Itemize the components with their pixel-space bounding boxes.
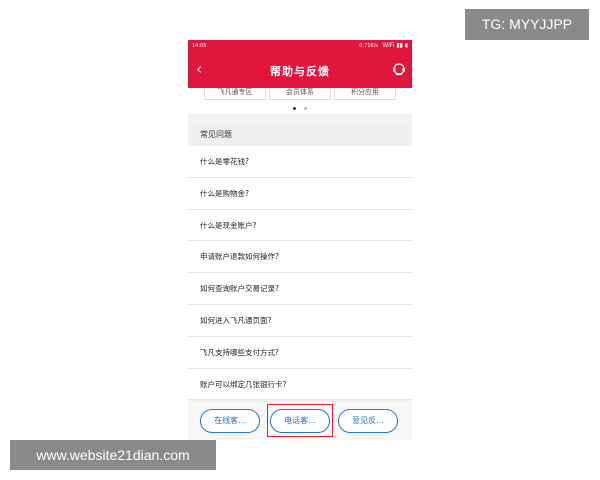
category-tabs: 飞凡通专区 会员体系 积分应用 — [188, 88, 412, 100]
faq-list: 什么是零花钱? 什么是购物金? 什么是现金账户? 申请账户退款如何操作? 如何查… — [188, 146, 412, 401]
faq-item[interactable]: 飞凡支持哪些支付方式? — [188, 337, 412, 369]
faq-item[interactable]: 什么是购物金? — [188, 178, 412, 210]
phone-screen: 14:05 0.71K/s WiFi ▮▮ ◖ ‹ 帮助与反馈 飞凡通专区 会员… — [188, 40, 412, 440]
site-watermark: www.website21dian.com — [10, 440, 216, 470]
customer-service-icon[interactable] — [392, 62, 406, 76]
category-item[interactable]: 飞凡通专区 — [204, 88, 266, 100]
online-service-button[interactable]: 在线客... — [200, 409, 260, 433]
category-item[interactable]: 会员体系 — [269, 88, 331, 100]
faq-item[interactable]: 账户可以绑定几张银行卡? — [188, 369, 412, 401]
tg-watermark: TG: MYYJJPP — [465, 9, 589, 40]
faq-item[interactable]: 申请账户退款如何操作? — [188, 241, 412, 274]
category-item[interactable]: 积分应用 — [334, 88, 396, 100]
feedback-button[interactable]: 意见反... — [338, 409, 398, 433]
page-title: 帮助与反馈 — [270, 65, 330, 78]
faq-item[interactable]: 什么是现金账户? — [188, 210, 412, 242]
faq-item[interactable]: 如何进入飞凡通页面? — [188, 305, 412, 337]
carousel-dot — [303, 107, 307, 110]
carousel-dot-active — [293, 107, 297, 110]
faq-header: 常见问题 — [188, 124, 412, 146]
highlight-box — [267, 404, 333, 437]
app-bar: ‹ 帮助与反馈 — [188, 52, 412, 88]
status-bar: 14:05 0.71K/s WiFi ▮▮ ◖ — [188, 40, 412, 52]
status-icons: WiFi ▮▮ ◖ — [382, 42, 408, 49]
faq-item[interactable]: 什么是零花钱? — [188, 146, 412, 178]
status-network-speed: 0.71K/s — [359, 43, 378, 49]
status-time: 14:05 — [192, 43, 207, 49]
carousel-indicator — [188, 100, 412, 114]
faq-item[interactable]: 如何查询账户交易记录? — [188, 273, 412, 305]
